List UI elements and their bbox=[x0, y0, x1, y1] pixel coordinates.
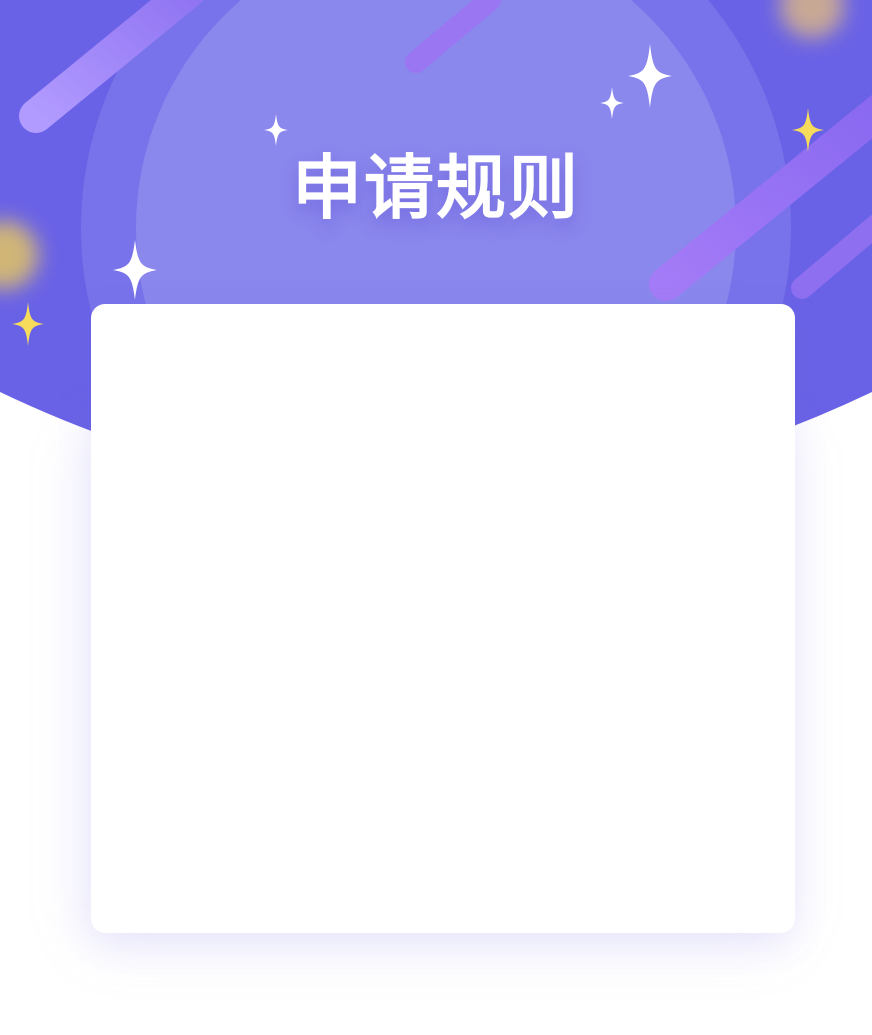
page-title: 申请规则 bbox=[292, 147, 580, 229]
rules-page: 申请规则 bbox=[0, 0, 872, 1035]
rules-card bbox=[91, 304, 795, 933]
